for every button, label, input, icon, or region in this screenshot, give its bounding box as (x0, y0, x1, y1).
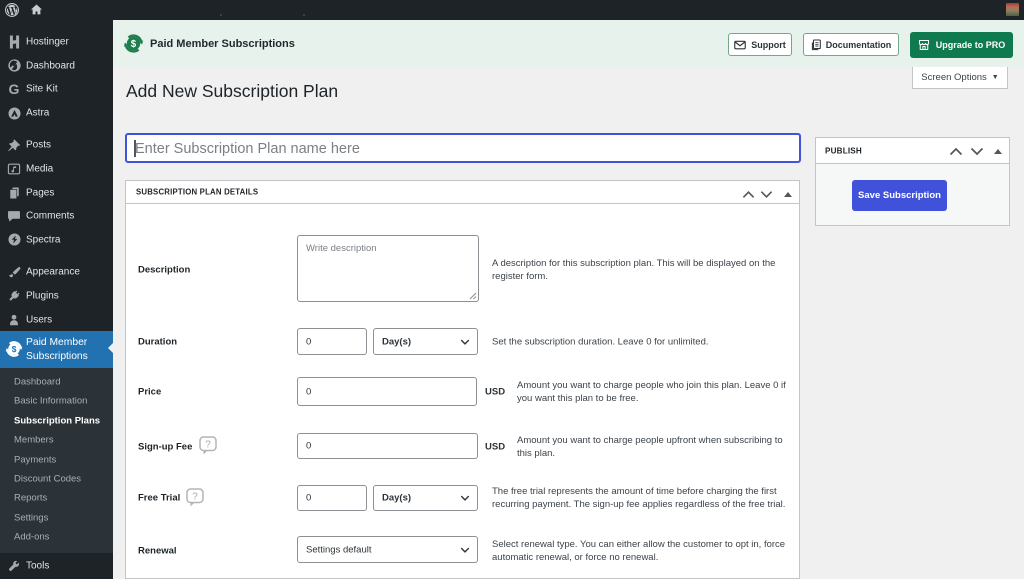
svg-text:$: $ (131, 39, 137, 50)
svg-text:$: $ (12, 344, 17, 354)
svg-text:?: ? (192, 491, 198, 502)
svg-text:?: ? (205, 440, 211, 451)
